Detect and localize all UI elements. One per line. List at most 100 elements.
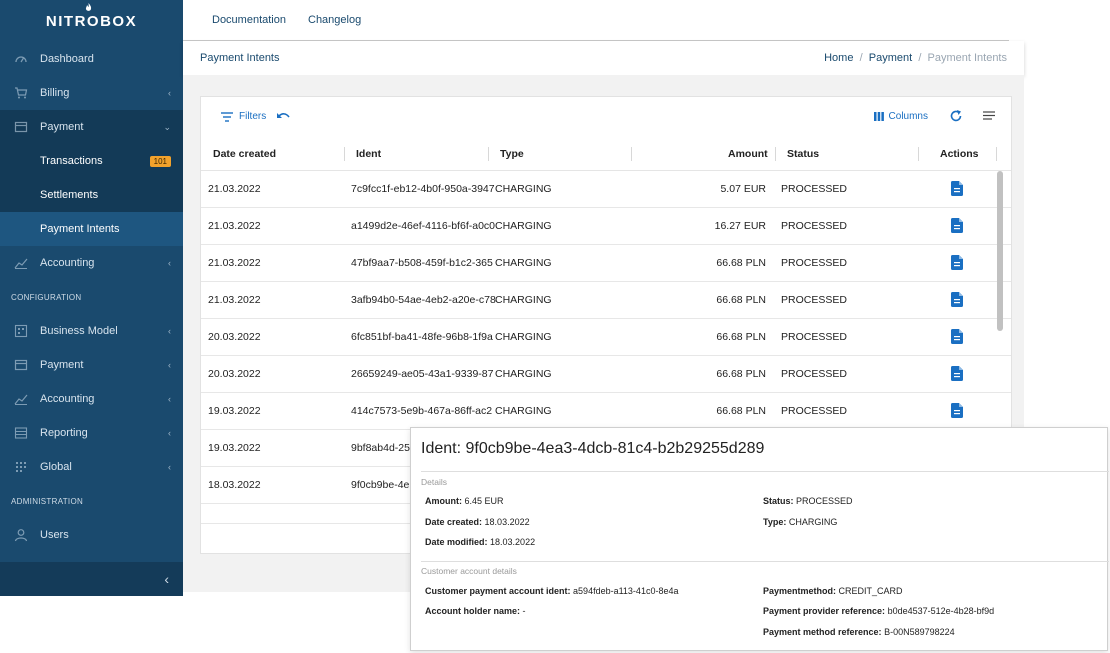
top-nav: Documentation Changelog bbox=[183, 0, 1009, 41]
cell-type: CHARGING bbox=[495, 183, 552, 195]
refresh-icon[interactable] bbox=[949, 109, 963, 123]
cell-ident: 414c7573-5e9b-467a-86ff-ac2 bbox=[351, 405, 493, 417]
page-header: Payment Intents Home / Payment / Payment… bbox=[183, 41, 1024, 75]
document-icon[interactable] bbox=[951, 403, 963, 418]
cell-ident: a1499d2e-46ef-4116-bf6f-a0c0 bbox=[351, 220, 496, 232]
column-separator[interactable] bbox=[488, 147, 489, 161]
sidebar-item-payment-intents[interactable]: Payment Intents bbox=[0, 212, 183, 246]
cell-status: PROCESSED bbox=[781, 368, 847, 380]
cell-ident: 26659249-ae05-43a1-9339-87 bbox=[351, 368, 494, 380]
sidebar-item-config-payment[interactable]: Payment ‹ bbox=[0, 348, 183, 382]
sidebar-item-billing[interactable]: Billing ‹ bbox=[0, 76, 183, 110]
sidebar-item-label: Payment Intents bbox=[40, 223, 120, 235]
table-row[interactable]: 21.03.2022 7c9fcc1f-eb12-4b0f-950a-3947 … bbox=[201, 171, 1011, 208]
cell-type: CHARGING bbox=[495, 368, 552, 380]
chevron-left-icon: ‹ bbox=[168, 428, 171, 438]
table-row[interactable]: 21.03.2022 3afb94b0-54ae-4eb2-a20e-c78 C… bbox=[201, 282, 1011, 319]
sidebar-item-label: Accounting bbox=[40, 393, 95, 405]
cell-ident: 47bf9aa7-b508-459f-b1c2-365 bbox=[351, 257, 493, 269]
column-header-amount[interactable]: Amount bbox=[728, 148, 768, 160]
chevron-left-icon: ‹ bbox=[168, 394, 171, 404]
sidebar-item-business-model[interactable]: Business Model ‹ bbox=[0, 314, 183, 348]
breadcrumb-home[interactable]: Home bbox=[824, 52, 853, 64]
document-icon[interactable] bbox=[951, 181, 963, 196]
column-header-type[interactable]: Type bbox=[500, 148, 524, 160]
sidebar-item-label: Dashboard bbox=[40, 53, 94, 65]
payment-icon bbox=[14, 121, 28, 133]
breadcrumb-separator: / bbox=[859, 52, 863, 64]
table-row[interactable]: 19.03.2022 414c7573-5e9b-467a-86ff-ac2 C… bbox=[201, 393, 1011, 430]
detail-customer-ident: Customer payment account ident: a594fdeb… bbox=[425, 586, 679, 596]
sidebar-item-dashboard[interactable]: Dashboard bbox=[0, 42, 183, 76]
cell-date: 21.03.2022 bbox=[208, 220, 261, 232]
detail-type: Type: CHARGING bbox=[763, 517, 838, 527]
changelog-link[interactable]: Changelog bbox=[308, 14, 361, 26]
sidebar-item-label: Global bbox=[40, 461, 72, 473]
sidebar-item-reporting[interactable]: Reporting ‹ bbox=[0, 416, 183, 450]
sidebar: NITROBOX Dashboard Billing ‹ Payment ⌄ T… bbox=[0, 0, 183, 596]
detail-date-modified: Date modified: 18.03.2022 bbox=[425, 537, 536, 547]
column-header-status[interactable]: Status bbox=[787, 148, 819, 160]
cell-status: PROCESSED bbox=[781, 183, 847, 195]
density-icon[interactable] bbox=[983, 111, 995, 121]
sidebar-item-transactions[interactable]: Transactions 101 bbox=[0, 144, 183, 178]
table-row[interactable]: 20.03.2022 6fc851bf-ba41-48fe-96b8-1f9a … bbox=[201, 319, 1011, 356]
cell-amount: 66.68 PLN bbox=[716, 368, 766, 380]
popover-title: Ident: 9f0cb9be-4ea3-4dcb-81c4-b2b29255d… bbox=[421, 440, 765, 457]
divider bbox=[421, 561, 1109, 562]
sidebar-item-global[interactable]: Global ‹ bbox=[0, 450, 183, 484]
column-separator[interactable] bbox=[996, 147, 997, 161]
chevron-left-icon: ‹ bbox=[168, 326, 171, 336]
sidebar-item-payment[interactable]: Payment ⌄ bbox=[0, 110, 183, 144]
cell-date: 20.03.2022 bbox=[208, 368, 261, 380]
sidebar-item-label: Payment bbox=[40, 121, 84, 133]
table-scrollbar[interactable] bbox=[997, 171, 1003, 331]
sidebar-item-accounting[interactable]: Accounting ‹ bbox=[0, 246, 183, 280]
cell-date: 19.03.2022 bbox=[208, 442, 261, 454]
document-icon[interactable] bbox=[951, 218, 963, 233]
breadcrumb-current: Payment Intents bbox=[927, 52, 1008, 64]
document-icon[interactable] bbox=[951, 329, 963, 344]
chevron-left-icon: ‹ bbox=[168, 462, 171, 472]
breadcrumb-payment[interactable]: Payment bbox=[869, 52, 912, 64]
cell-amount: 66.68 PLN bbox=[716, 405, 766, 417]
report-icon bbox=[14, 427, 28, 439]
column-separator[interactable] bbox=[918, 147, 919, 161]
undo-icon[interactable] bbox=[276, 112, 290, 122]
table-row[interactable]: 20.03.2022 26659249-ae05-43a1-9339-87 CH… bbox=[201, 356, 1011, 393]
cell-amount: 16.27 EUR bbox=[714, 220, 766, 232]
table-row[interactable]: 21.03.2022 a1499d2e-46ef-4116-bf6f-a0c0 … bbox=[201, 208, 1011, 245]
sidebar-item-config-accounting[interactable]: Accounting ‹ bbox=[0, 382, 183, 416]
sidebar-item-users[interactable]: Users bbox=[0, 518, 183, 552]
documentation-link[interactable]: Documentation bbox=[212, 14, 286, 26]
column-separator[interactable] bbox=[344, 147, 345, 161]
cell-ident: 6fc851bf-ba41-48fe-96b8-1f9a bbox=[351, 331, 493, 343]
chart-line-icon bbox=[14, 258, 28, 269]
document-icon[interactable] bbox=[951, 366, 963, 381]
columns-button[interactable]: Columns bbox=[873, 111, 928, 122]
logo[interactable]: NITROBOX bbox=[0, 0, 183, 42]
columns-label: Columns bbox=[888, 111, 928, 122]
document-icon[interactable] bbox=[951, 255, 963, 270]
document-icon[interactable] bbox=[951, 292, 963, 307]
column-header-date[interactable]: Date created bbox=[213, 148, 276, 160]
column-header-ident[interactable]: Ident bbox=[356, 148, 381, 160]
sidebar-item-label: Settlements bbox=[40, 189, 99, 201]
cell-date: 18.03.2022 bbox=[208, 479, 261, 491]
customer-heading: Customer account details bbox=[421, 566, 517, 576]
cell-amount: 66.68 PLN bbox=[716, 294, 766, 306]
detail-amount: Amount: 6.45 EUR bbox=[425, 496, 504, 506]
cell-date: 20.03.2022 bbox=[208, 331, 261, 343]
sidebar-item-settlements[interactable]: Settlements bbox=[0, 178, 183, 212]
column-separator[interactable] bbox=[631, 147, 632, 161]
filters-button[interactable]: Filters bbox=[221, 111, 290, 122]
filters-label: Filters bbox=[239, 111, 267, 122]
chevron-left-icon: ‹ bbox=[168, 88, 171, 98]
column-separator[interactable] bbox=[775, 147, 776, 161]
chevron-left-icon: ‹ bbox=[164, 571, 169, 587]
details-heading: Details bbox=[421, 477, 447, 487]
table-header: Date created Ident Type Amount Status Ac… bbox=[201, 139, 1011, 171]
table-row[interactable]: 21.03.2022 47bf9aa7-b508-459f-b1c2-365 C… bbox=[201, 245, 1011, 282]
cell-type: CHARGING bbox=[495, 331, 552, 343]
sidebar-collapse-toggle[interactable]: ‹ bbox=[0, 562, 183, 596]
